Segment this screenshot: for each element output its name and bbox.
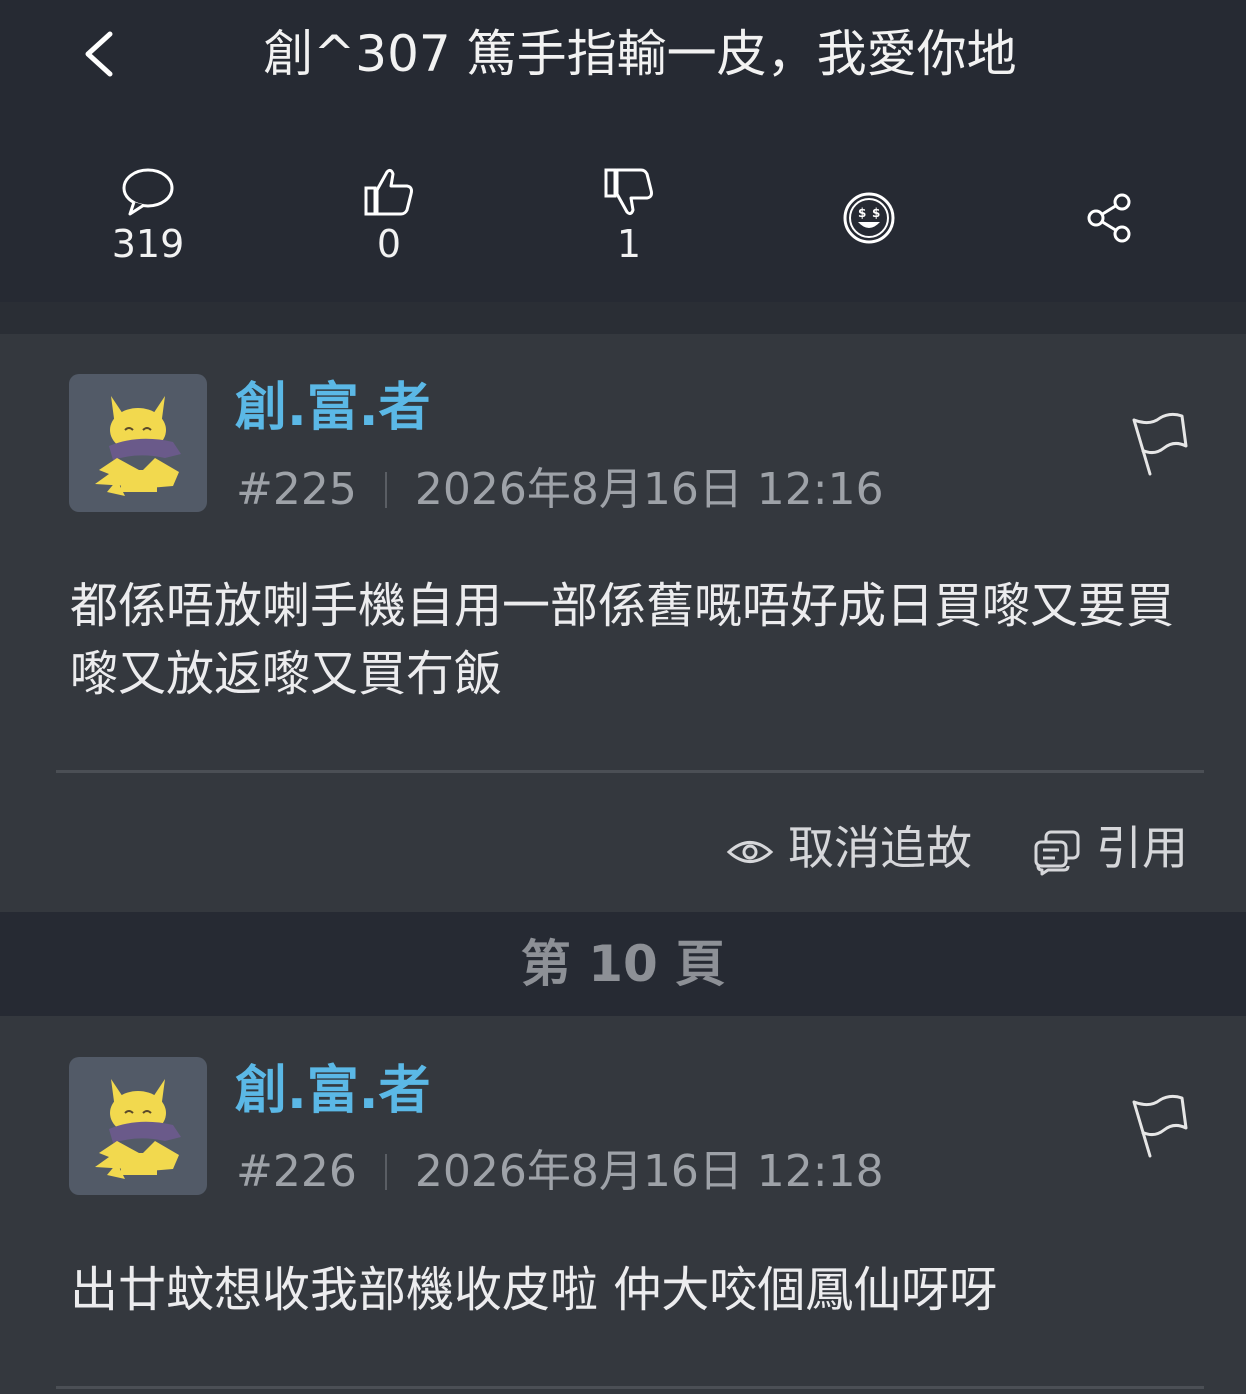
thread-header: 創^307 篤手指輸一皮，我愛你地 319 0 1 $ $ [0, 0, 1246, 302]
meta-separator [384, 472, 387, 508]
pokemon-avatar-icon [95, 396, 181, 496]
avatar[interactable] [69, 1057, 207, 1195]
unfollow-label: 取消追故 [788, 821, 972, 875]
post-body: 出廿蚊想收我部機收皮啦 仲大咬個鳳仙呀呀 [70, 1262, 998, 1318]
post-timestamp: 2026年8月16日 12:18 [414, 1146, 884, 1197]
post-meta: #225 2026年8月16日 12:16 [236, 462, 884, 518]
thread-title: 創^307 篤手指輸一皮，我愛你地 [263, 25, 1017, 83]
report-button[interactable] [1124, 1092, 1190, 1164]
comment-count: 319 [111, 222, 185, 266]
pokemon-avatar-icon [95, 1079, 181, 1179]
post-body: 都係唔放喇手機自用一部係舊嘅唔好成日買嚟又要買嚟又放返嚟又買冇飯 [70, 578, 1175, 702]
header-spacer [0, 302, 1246, 334]
post-meta: #226 2026年8月16日 12:18 [236, 1144, 884, 1200]
thumbs-up-icon [364, 168, 413, 216]
comment-icon [122, 168, 174, 216]
post-timestamp: 2026年8月16日 12:16 [414, 464, 884, 515]
quote-button[interactable]: 引用 [1034, 818, 1188, 878]
share-icon [1087, 193, 1131, 243]
flag-icon [1132, 412, 1188, 476]
quote-label: 引用 [1096, 821, 1188, 875]
report-button[interactable] [1124, 410, 1190, 482]
comment-count-button[interactable]: 319 [68, 166, 228, 276]
eye-icon [726, 840, 774, 863]
back-button[interactable] [74, 24, 134, 84]
post-number: #226 [236, 1146, 357, 1197]
post-divider [56, 770, 1204, 773]
svg-text:$: $ [872, 206, 880, 220]
dislike-count: 1 [616, 222, 642, 266]
emoji-icon: $ $ [843, 192, 895, 244]
post-divider [56, 1386, 1204, 1389]
post-number: #225 [236, 464, 357, 515]
post-226: 創.富.者 #226 2026年8月16日 12:18 出廿蚊想收我部機收皮啦 仲… [0, 1016, 1246, 1394]
post-225: 創.富.者 #225 2026年8月16日 12:16 都係唔放喇手機自用一部係舊… [0, 334, 1246, 912]
post-username[interactable]: 創.富.者 [235, 1059, 431, 1123]
share-button[interactable] [1030, 190, 1190, 300]
emoji-button[interactable]: $ $ [789, 190, 949, 300]
like-count: 0 [376, 222, 402, 266]
dislike-button[interactable]: 1 [549, 166, 709, 276]
quote-icon [1034, 830, 1080, 875]
post-username[interactable]: 創.富.者 [235, 376, 431, 440]
unfollow-button[interactable]: 取消追故 [726, 818, 972, 878]
thumbs-down-icon [604, 168, 653, 216]
flag-icon [1132, 1094, 1188, 1158]
like-button[interactable]: 0 [309, 166, 469, 276]
back-arrow-icon [85, 31, 113, 77]
svg-text:$: $ [858, 206, 866, 220]
avatar[interactable] [69, 374, 207, 512]
page-separator: 第 10 頁 [0, 912, 1246, 1016]
meta-separator [384, 1154, 387, 1190]
